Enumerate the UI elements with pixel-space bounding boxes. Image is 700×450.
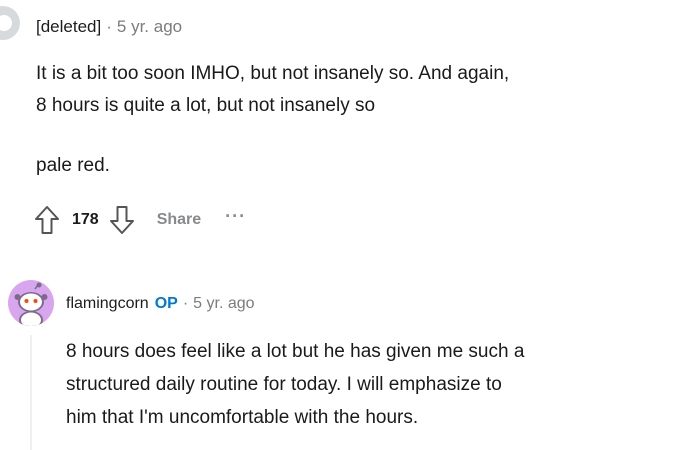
share-button[interactable]: Share	[157, 211, 201, 229]
meta-separator: ·	[182, 295, 189, 312]
downvote-arrow-icon	[109, 206, 134, 234]
snoo-avatar-icon[interactable]	[8, 280, 54, 326]
comment-author[interactable]: [deleted]	[36, 17, 101, 36]
deleted-user-avatar-icon[interactable]	[0, 6, 20, 40]
comment-action-bar: 178 Share ···	[32, 202, 246, 238]
comment-body-line: 8 hours does feel like a lot but he has …	[66, 341, 525, 362]
upvote-arrow-icon	[35, 206, 59, 234]
more-options-button[interactable]: ···	[225, 206, 246, 227]
comment-meta: [deleted] · 5 yr. ago	[36, 16, 182, 38]
comment-timestamp[interactable]: 5 yr. ago	[117, 17, 182, 36]
comment-body-line: 8 hours is quite a lot, but not insanely…	[36, 95, 376, 116]
comment-body-line: structured daily routine for today. I wi…	[66, 374, 502, 395]
comment-body-paragraph: pale red.	[36, 155, 110, 176]
comment-author[interactable]: flamingcorn	[66, 295, 149, 312]
upvote-button[interactable]	[32, 202, 62, 238]
comment-body-line: It is a bit too soon IMHO, but not insan…	[36, 63, 510, 84]
comment-meta: flamingcorn OP · 5 yr. ago	[66, 293, 255, 315]
vote-count: 178	[72, 211, 99, 228]
meta-separator: ·	[106, 17, 112, 36]
downvote-button[interactable]	[107, 202, 137, 238]
op-badge: OP	[154, 295, 178, 312]
comment-thread: [deleted] · 5 yr. ago It is a bit too soon…	[0, 0, 700, 450]
thread-collapse-line[interactable]	[30, 335, 32, 450]
comment-timestamp[interactable]: 5 yr. ago	[193, 295, 254, 312]
comment-body-line: him that I'm uncomfortable with the hour…	[66, 407, 419, 428]
